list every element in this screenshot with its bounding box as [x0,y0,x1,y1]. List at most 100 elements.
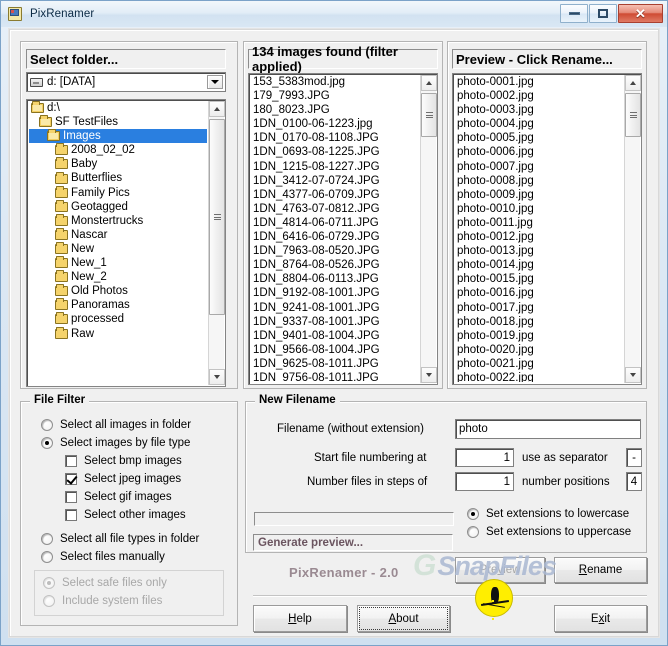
folder-tree-item[interactable]: Images [29,129,207,144]
found-file-item[interactable]: 1DN_8764-08-0526.JPG [251,258,419,272]
scroll-down-icon[interactable] [625,367,641,383]
radio-icon[interactable] [467,526,479,538]
close-button[interactable]: ✕ [618,4,663,23]
help-button[interactable]: Help [253,605,347,632]
scroll-up-icon[interactable] [421,75,437,91]
found-file-item[interactable]: 1DN_0100-06-1223.jpg [251,117,419,131]
preview-list[interactable]: photo-0001.jpg photo-0002.jpg photo-0003.j… [452,73,642,385]
filter-option-1[interactable]: Select images by file type [41,434,231,452]
drive-combobox[interactable]: d: [DATA] [26,72,226,92]
found-files-list[interactable]: 153_5383mod.jpg 179_7993.JPG 180_8023.JPG 1… [248,73,438,385]
preview-file-item[interactable]: photo-0017.jpg [455,301,623,315]
filter-type-2[interactable]: Select gif images [65,488,235,506]
about-button[interactable]: About [357,605,450,632]
scroll-down-icon[interactable] [209,369,225,385]
preview-file-item[interactable]: photo-0008.jpg [455,174,623,188]
folder-tree-item[interactable]: New_1 [29,256,207,270]
folder-tree-item[interactable]: d:\ [29,101,207,115]
filter-option-0[interactable]: Select all images in folder [41,416,231,434]
chevron-down-icon[interactable] [207,75,223,89]
preview-file-item[interactable]: photo-0015.jpg [455,272,623,286]
folder-tree-item[interactable]: Baby [29,157,207,171]
found-file-item[interactable]: 1DN_9241-08-1001.JPG [251,301,419,315]
checkbox-icon[interactable] [65,455,77,467]
folder-tree[interactable]: d:\ SF TestFiles Images 2008_02_02 Baby Butte… [26,99,226,387]
checkbox-icon[interactable] [65,491,77,503]
radio-icon[interactable] [41,419,53,431]
preview-scrollbar[interactable] [624,75,641,383]
found-file-item[interactable]: 1DN_9566-08-1004.JPG [251,343,419,357]
preview-file-item[interactable]: photo-0022.jpg [455,371,623,382]
folder-tree-scrollbar[interactable] [208,101,225,385]
scroll-down-icon[interactable] [421,367,437,383]
folder-tree-item[interactable]: Monstertrucks [29,213,207,228]
maximize-button[interactable] [589,4,617,23]
radio-icon[interactable] [467,508,479,520]
radio-icon[interactable] [41,437,53,449]
preview-file-item[interactable]: photo-0020.jpg [455,343,623,357]
folder-tree-item[interactable]: Geotagged [29,199,207,214]
folder-tree-item[interactable]: Butterflies [29,171,207,185]
found-file-item[interactable]: 1DN_0693-08-1225.JPG [251,145,419,159]
folder-tree-item[interactable]: SF TestFiles [29,115,207,129]
filename-input[interactable]: photo [455,419,641,439]
radio-icon[interactable] [41,533,53,545]
minimize-button[interactable] [560,4,588,23]
found-file-item[interactable]: 1DN_9337-08-1001.JPG [251,315,419,329]
checkbox-icon[interactable] [65,473,77,485]
found-file-item[interactable]: 1DN_7963-08-0520.JPG [251,244,419,258]
owl-logo-icon[interactable] [475,579,513,620]
preview-file-item[interactable]: photo-0004.jpg [455,117,623,131]
checkbox-icon[interactable] [65,509,77,521]
folder-tree-item[interactable]: Family Pics [29,185,207,200]
found-file-item[interactable]: 1DN_4377-06-0709.JPG [251,188,419,202]
start-numbering-input[interactable]: 1 [455,448,514,467]
preview-file-item[interactable]: photo-0002.jpg [455,89,623,103]
preview-file-item[interactable]: photo-0005.jpg [455,131,623,145]
preview-file-item[interactable]: photo-0019.jpg [455,329,623,343]
scroll-up-icon[interactable] [209,101,225,117]
separator-input[interactable]: - [626,448,642,467]
folder-tree-item[interactable]: Raw [29,326,207,341]
filter-type-0[interactable]: Select bmp images [65,452,235,470]
folder-tree-item[interactable]: New_2 [29,270,207,284]
preview-file-item[interactable]: photo-0016.jpg [455,286,623,300]
filter-option2-0[interactable]: Select all file types in folder [41,530,231,548]
found-file-item[interactable]: 1DN_9192-08-1001.JPG [251,286,419,300]
preview-file-item[interactable]: photo-0018.jpg [455,315,623,329]
preview-file-item[interactable]: photo-0011.jpg [455,216,623,230]
folder-tree-item[interactable]: Old Photos [29,284,207,298]
found-file-item[interactable]: 1DN_8804-06-0113.JPG [251,272,419,286]
found-file-item[interactable]: 1DN_9756-08-1011.JPG [251,371,419,382]
found-file-item[interactable]: 1DN_6416-06-0729.JPG [251,230,419,244]
folder-tree-item[interactable]: Panoramas [29,298,207,312]
scrollbar-thumb[interactable] [209,119,225,315]
scroll-up-icon[interactable] [625,75,641,91]
filter-option2-1[interactable]: Select files manually [41,548,231,566]
preview-file-item[interactable]: photo-0010.jpg [455,202,623,216]
found-file-item[interactable]: 1DN_0170-08-1108.JPG [251,131,419,145]
found-file-item[interactable]: 1DN_1215-08-1227.JPG [251,160,419,174]
filter-type-1[interactable]: Select jpeg images [65,470,235,488]
scrollbar-thumb[interactable] [625,93,641,137]
exit-button[interactable]: Exit [554,605,647,632]
folder-tree-item[interactable]: New [29,241,207,256]
preview-file-item[interactable]: photo-0007.jpg [455,160,623,174]
found-file-item[interactable]: 179_7993.JPG [251,89,419,103]
preview-file-item[interactable]: photo-0012.jpg [455,230,623,244]
radio-icon[interactable] [41,551,53,563]
preview-file-item[interactable]: photo-0009.jpg [455,188,623,202]
found-file-item[interactable]: 1DN_4763-07-0812.JPG [251,202,419,216]
found-file-item[interactable]: 1DN_4814-06-0711.JPG [251,216,419,230]
preview-file-item[interactable]: photo-0001.jpg [455,75,623,89]
number-positions-input[interactable]: 4 [626,472,642,491]
preview-file-item[interactable]: photo-0021.jpg [455,357,623,371]
folder-tree-item[interactable]: processed [29,312,207,326]
filter-type-3[interactable]: Select other images [65,506,235,524]
found-file-item[interactable]: 1DN_9625-08-1011.JPG [251,357,419,371]
extension-case-option-0[interactable]: Set extensions to lowercase [467,505,647,523]
folder-tree-item[interactable]: Nascar [29,227,207,242]
rename-button[interactable]: Rename [554,557,647,583]
preview-file-item[interactable]: photo-0003.jpg [455,103,623,117]
found-file-item[interactable]: 1DN_9401-08-1004.JPG [251,329,419,343]
